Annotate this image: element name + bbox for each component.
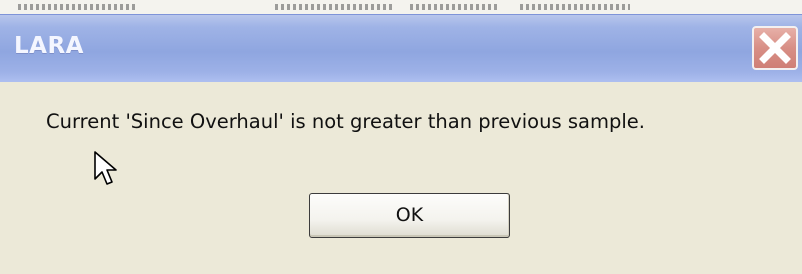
dialog-message: Current 'Since Overhaul' is not greater … (46, 110, 645, 133)
dialog-titlebar[interactable]: LARA (0, 14, 802, 82)
background-window-strip (0, 0, 802, 14)
background-text-fragment (520, 4, 630, 10)
screen: LARA Current 'Since Overhaul' is not gre… (0, 0, 802, 274)
close-x-icon (759, 32, 791, 64)
background-text-fragment (18, 4, 138, 10)
mouse-pointer-arrow-icon (94, 151, 117, 185)
background-text-fragment (275, 4, 395, 10)
close-button[interactable] (752, 26, 798, 70)
background-text-fragment (410, 4, 500, 10)
dialog-title: LARA (14, 33, 84, 59)
ok-button[interactable]: OK (309, 193, 510, 238)
